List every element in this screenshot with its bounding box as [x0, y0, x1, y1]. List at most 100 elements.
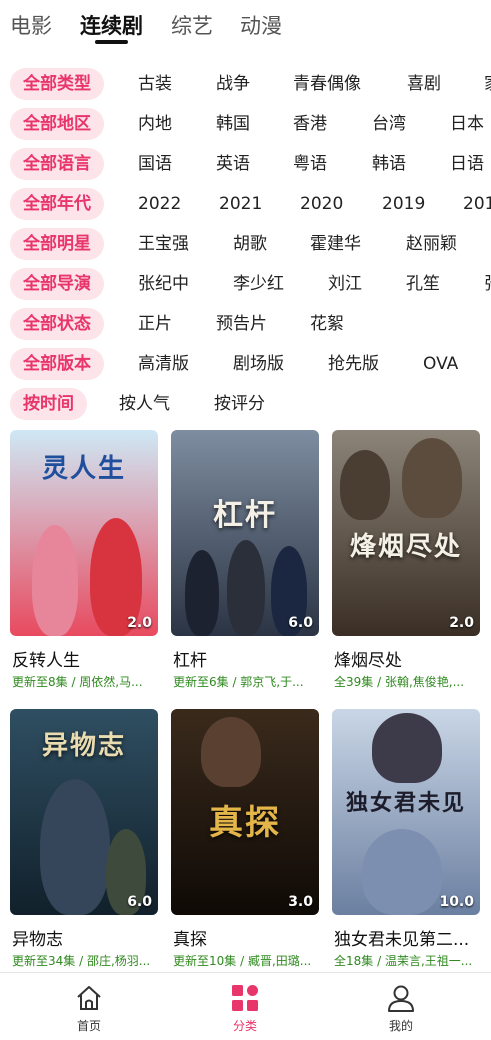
filter-pill-genre[interactable]: 全部类型	[10, 68, 104, 100]
filter-row-star: 全部明星 王宝强 胡歌 霍建华 赵丽颖	[0, 224, 491, 264]
filter-row-sort: 按时间 按人气 按评分	[0, 384, 491, 424]
score-badge: 2.0	[449, 615, 474, 631]
filter-option[interactable]: 花絮	[310, 308, 344, 340]
show-poster: 真探 3.0	[171, 709, 319, 915]
filter-row-region: 全部地区 内地 韩国 香港 台湾 日本	[0, 104, 491, 144]
filter-option[interactable]: 李少红	[233, 268, 284, 300]
show-poster: 烽烟尽处 2.0	[332, 430, 480, 636]
filter-option[interactable]: 刘江	[328, 268, 362, 300]
filter-option[interactable]: 2020	[300, 188, 343, 220]
top-category-tabs: 电影 连续剧 综艺 动漫	[0, 0, 491, 56]
filter-option[interactable]: 正片	[138, 308, 172, 340]
tab-anime[interactable]: 动漫	[240, 10, 282, 40]
filter-option[interactable]: 孔笙	[406, 268, 440, 300]
filter-option[interactable]: 霍建华	[310, 228, 361, 260]
filter-option[interactable]: 2019	[382, 188, 425, 220]
filter-option[interactable]: 内地	[138, 108, 172, 140]
filter-option[interactable]: 青春偶像	[293, 68, 361, 100]
tab-variety[interactable]: 综艺	[171, 10, 213, 40]
poster-title-art: 真探	[209, 803, 281, 843]
filter-pill-status[interactable]: 全部状态	[10, 308, 104, 340]
filter-option[interactable]: 战争	[216, 68, 250, 100]
poster-figure	[40, 779, 110, 915]
bottom-nav: 首页 分类 我的	[0, 972, 491, 1040]
tab-series[interactable]: 连续剧	[80, 10, 143, 44]
filter-option[interactable]: 香港	[293, 108, 327, 140]
poster-figure	[362, 829, 442, 915]
filter-option[interactable]: 抢先版	[328, 348, 379, 380]
score-badge: 10.0	[439, 894, 474, 910]
filter-pill-language[interactable]: 全部语言	[10, 148, 104, 180]
show-card[interactable]: 异物志 6.0 异物志 更新至34集 / 邵庄,杨羽...	[10, 709, 158, 969]
nav-profile-label: 我的	[388, 1019, 413, 1033]
filter-option[interactable]: 2022	[138, 188, 181, 220]
nav-home[interactable]: 首页	[49, 983, 129, 1034]
score-badge: 6.0	[288, 615, 313, 631]
filter-option[interactable]: 201	[463, 188, 491, 220]
show-card[interactable]: 烽烟尽处 2.0 烽烟尽处 全39集 / 张翰,焦俊艳,...	[332, 430, 480, 690]
user-icon	[388, 985, 414, 1012]
filter-option[interactable]: 赵丽颖	[406, 228, 457, 260]
filter-option[interactable]: 张纪中	[138, 268, 189, 300]
show-card[interactable]: 独女君未见 10.0 独女君未见第二... 全18集 / 温茉言,王祖一...	[332, 709, 480, 969]
filter-option[interactable]: 按评分	[214, 388, 265, 420]
filter-option[interactable]: 日本	[450, 108, 484, 140]
nav-category-label: 分类	[232, 1019, 257, 1033]
show-subtitle: 更新至34集 / 邵庄,杨羽...	[12, 954, 151, 968]
category-grid-icon	[232, 985, 258, 1011]
filter-option[interactable]: 胡歌	[233, 228, 267, 260]
filter-option[interactable]: 古装	[138, 68, 172, 100]
filter-pill-director[interactable]: 全部导演	[10, 268, 104, 300]
filter-pill-version[interactable]: 全部版本	[10, 348, 104, 380]
show-title: 杠杆	[173, 651, 207, 671]
tab-movie[interactable]: 电影	[10, 10, 52, 40]
filter-option[interactable]: 韩语	[372, 148, 406, 180]
filter-option[interactable]: 张	[484, 268, 491, 300]
show-title: 反转人生	[12, 651, 80, 671]
show-card[interactable]: 杠杆 6.0 杠杆 更新至6集 / 郭京飞,于...	[171, 430, 319, 690]
filter-option[interactable]: 喜剧	[407, 68, 441, 100]
filter-option[interactable]: 王宝强	[138, 228, 189, 260]
tab-series-label: 连续剧	[80, 14, 143, 38]
nav-category[interactable]: 分类	[205, 983, 285, 1034]
poster-title-art: 异物志	[41, 731, 126, 761]
show-card[interactable]: 灵人生 2.0 反转人生 更新至8集 / 周依然,马...	[10, 430, 158, 690]
score-badge: 2.0	[127, 615, 152, 631]
filter-option[interactable]: 韩国	[216, 108, 250, 140]
filter-option[interactable]: 国语	[138, 148, 172, 180]
filter-option[interactable]: 家	[484, 68, 491, 100]
filter-option[interactable]: 粤语	[293, 148, 327, 180]
show-title: 烽烟尽处	[334, 651, 402, 671]
score-badge: 6.0	[127, 894, 152, 910]
poster-title-art: 独女君未见	[345, 790, 466, 816]
filter-panel: 全部类型 古装 战争 青春偶像 喜剧 家 全部地区 内地 韩国 香港 台湾 日本…	[0, 64, 491, 424]
filter-row-language: 全部语言 国语 英语 粤语 韩语 日语	[0, 144, 491, 184]
filter-option[interactable]: 按人气	[119, 388, 170, 420]
filter-option[interactable]: OVA	[423, 348, 458, 380]
filter-option[interactable]: 2021	[219, 188, 262, 220]
home-icon	[77, 986, 101, 1010]
show-poster: 杠杆 6.0	[171, 430, 319, 636]
show-subtitle: 更新至8集 / 周依然,马...	[12, 675, 143, 689]
nav-profile[interactable]: 我的	[361, 983, 441, 1034]
filter-row-year: 全部年代 2022 2021 2020 2019 201	[0, 184, 491, 224]
score-badge: 3.0	[288, 894, 313, 910]
filter-option[interactable]: 英语	[216, 148, 250, 180]
filter-pill-year[interactable]: 全部年代	[10, 188, 104, 220]
show-card[interactable]: 真探 3.0 真探 更新至10集 / 臧晋,田璐...	[171, 709, 319, 969]
show-poster: 独女君未见 10.0	[332, 709, 480, 915]
filter-option[interactable]: 台湾	[372, 108, 406, 140]
filter-option[interactable]: 日语	[450, 148, 484, 180]
filter-option[interactable]: 高清版	[138, 348, 189, 380]
poster-title-art: 灵人生	[41, 454, 126, 484]
filter-pill-sort[interactable]: 按时间	[10, 388, 87, 420]
filter-option[interactable]: 预告片	[216, 308, 267, 340]
filter-pill-region[interactable]: 全部地区	[10, 108, 104, 140]
filter-row-version: 全部版本 高清版 剧场版 抢先版 OVA	[0, 344, 491, 384]
poster-figure	[185, 550, 219, 636]
poster-title-art: 烽烟尽处	[349, 532, 462, 562]
filter-pill-star[interactable]: 全部明星	[10, 228, 104, 260]
filter-option[interactable]: 剧场版	[233, 348, 284, 380]
show-subtitle: 更新至10集 / 臧晋,田璐...	[173, 954, 312, 968]
nav-home-label: 首页	[76, 1019, 101, 1033]
